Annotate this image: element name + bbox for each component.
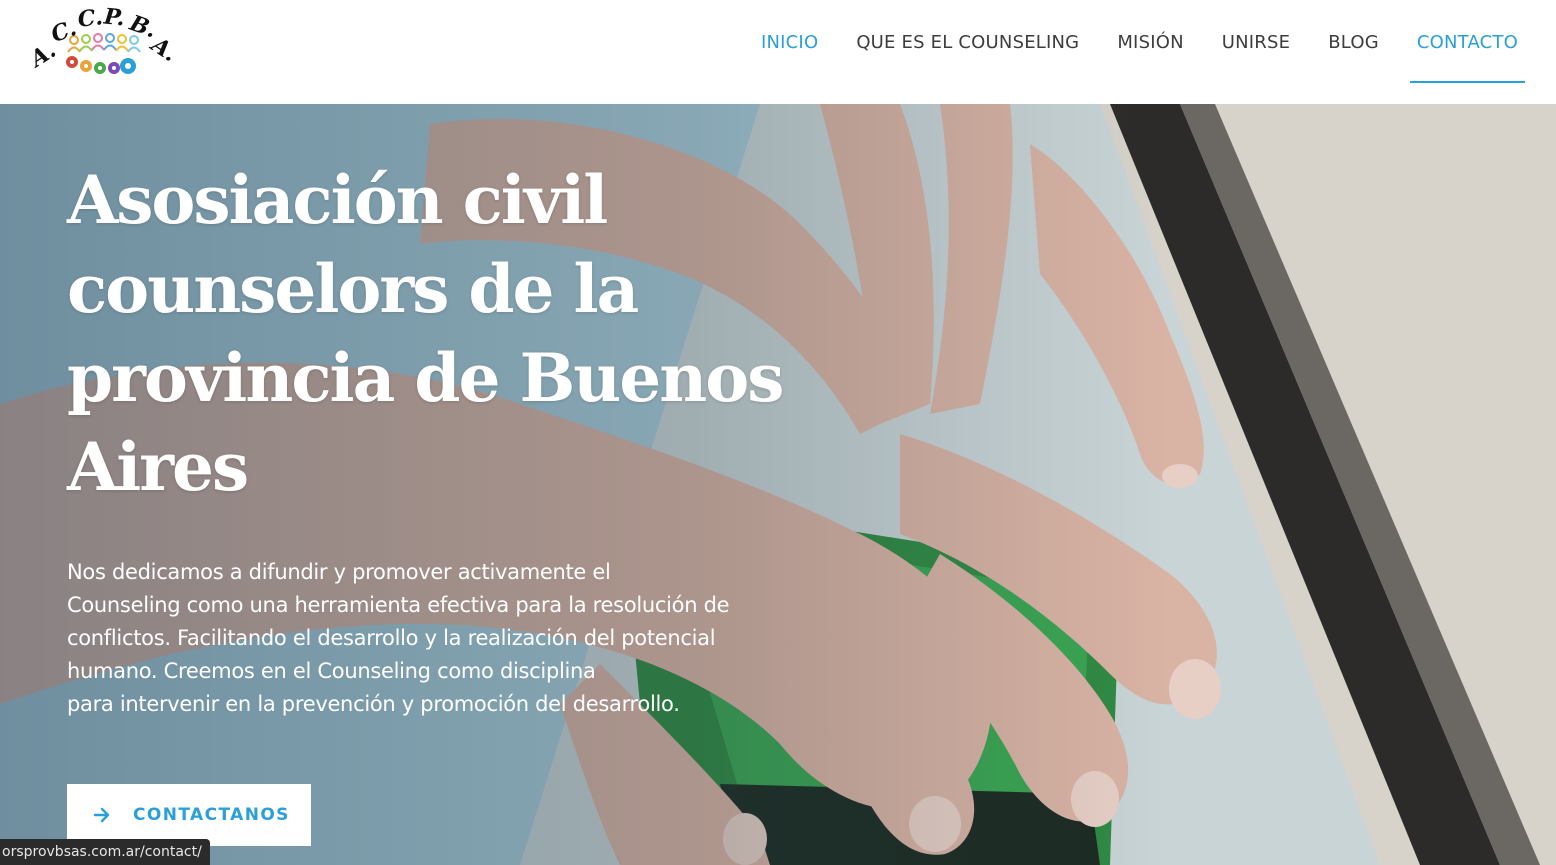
hero-title-line: Asosiación civil — [67, 161, 608, 239]
site-header: A. C. C. P. B. A. INICIO QUE ES EL COUNS… — [0, 0, 1556, 104]
nav-item-unirse[interactable]: UNIRSE — [1222, 32, 1290, 53]
hero-description-line: Counseling como una herramienta efectiva… — [67, 593, 730, 617]
nav-item-mision[interactable]: MISIÓN — [1117, 32, 1183, 53]
nav-item-contacto[interactable]: CONTACTO — [1409, 32, 1526, 83]
hero-title-line: provincia de Buenos — [67, 339, 784, 417]
logo-image: A. C. C. P. B. A. — [24, 3, 182, 74]
svg-text:P.: P. — [102, 6, 126, 31]
page: A. C. C. P. B. A. INICIO QUE ES EL COUNS… — [0, 0, 1556, 865]
site-logo[interactable]: A. C. C. P. B. A. — [24, 3, 182, 82]
hero-description: Nos dedicamos a difundir y promover acti… — [67, 556, 767, 721]
hero-section: Asosiación civil counselors de la provinci… — [0, 104, 1556, 865]
hero-description-line: humano. Creemos en el Counseling como di… — [67, 659, 596, 683]
contactanos-button-label: CONTACTANOS — [133, 805, 290, 825]
nav-item-que-es-el-counseling[interactable]: QUE ES EL COUNSELING — [856, 32, 1079, 53]
hero-title: Asosiación civil counselors de la provinci… — [67, 156, 827, 512]
main-nav: INICIO QUE ES EL COUNSELING MISIÓN UNIRS… — [723, 0, 1526, 84]
hero-title-line: counselors de la — [67, 250, 639, 328]
nav-item-inicio[interactable]: INICIO — [761, 32, 818, 53]
hero-description-line: Nos dedicamos a difundir y promover acti… — [67, 560, 611, 584]
contactanos-button[interactable]: CONTACTANOS — [67, 784, 311, 846]
hero-description-line: para intervenir en la prevención y promo… — [67, 692, 680, 716]
status-bar-url: orsprovbsas.com.ar/contact/ — [0, 839, 210, 865]
nav-item-blog[interactable]: BLOG — [1328, 32, 1379, 53]
hero-description-line: conflictos. Facilitando el desarrollo y … — [67, 626, 716, 650]
arrow-right-icon — [93, 807, 110, 823]
hero-title-line: Aires — [67, 428, 249, 506]
svg-text:C.: C. — [77, 6, 104, 33]
